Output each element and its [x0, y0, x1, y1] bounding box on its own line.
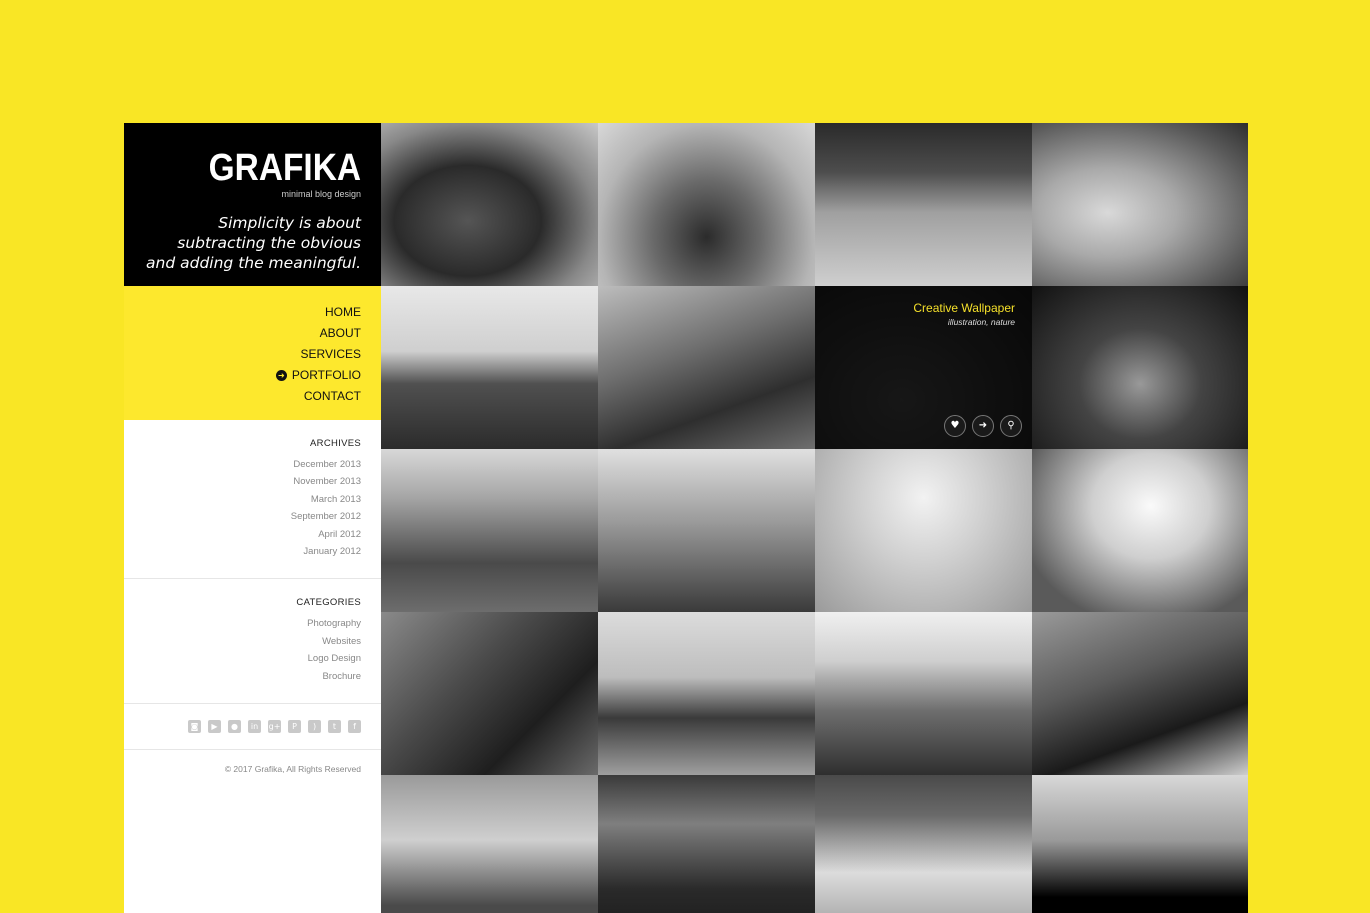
category-link[interactable]: Websites	[144, 633, 361, 650]
portfolio-item[interactable]	[815, 612, 1032, 775]
pinterest-icon[interactable]: P	[288, 720, 301, 734]
social-icons: ◙ ▶ ● in g+ P ) t f	[124, 704, 381, 751]
portfolio-item[interactable]	[1032, 123, 1248, 286]
instagram-icon[interactable]: ◙	[188, 720, 201, 734]
archive-link[interactable]: November 2013	[144, 473, 361, 490]
portfolio-item[interactable]	[598, 123, 815, 286]
copyright: © 2017 Grafika, All Rights Reserved	[224, 764, 361, 775]
portfolio-item[interactable]	[381, 123, 598, 286]
archive-link[interactable]: September 2012	[144, 508, 361, 525]
site-tagline: minimal blog design	[281, 189, 361, 199]
nav-label: PORTFOLIO	[291, 368, 361, 382]
portfolio-grid: Creative Wallpaper illustration, nature …	[381, 123, 1248, 913]
nav-label: SERVICES	[300, 347, 361, 361]
nav-item-portfolio[interactable]: ➜ PORTFOLIO	[144, 365, 361, 386]
rss-icon[interactable]: )	[308, 720, 321, 734]
portfolio-item[interactable]	[1032, 286, 1248, 449]
nav-label: CONTACT	[303, 389, 361, 403]
nav-item-about[interactable]: ABOUT	[144, 323, 361, 344]
sidebar: GRAFIKA minimal blog design Simplicity i…	[124, 123, 381, 913]
portfolio-item[interactable]	[598, 775, 815, 913]
facebook-icon[interactable]: f	[348, 720, 361, 734]
youtube-icon[interactable]: ▶	[208, 720, 221, 734]
portfolio-item[interactable]	[381, 449, 598, 612]
archives-widget: ARCHIVES December 2013 November 2013 Mar…	[124, 420, 381, 580]
portfolio-item[interactable]	[598, 612, 815, 775]
portfolio-item-title[interactable]: Creative Wallpaper	[913, 301, 1015, 315]
category-link[interactable]: Brochure	[144, 668, 361, 685]
categories-title: CATEGORIES	[296, 597, 361, 609]
portfolio-item[interactable]	[598, 449, 815, 612]
category-link[interactable]: Photography	[144, 615, 361, 632]
portfolio-item[interactable]	[815, 123, 1032, 286]
flickr-icon[interactable]: ●	[228, 720, 241, 734]
portfolio-item[interactable]	[1032, 612, 1248, 775]
nav-label: ABOUT	[319, 326, 361, 340]
arrow-right-icon[interactable]: ➜	[972, 415, 994, 437]
portfolio-item[interactable]	[381, 775, 598, 913]
archive-link[interactable]: December 2013	[144, 456, 361, 473]
portfolio-item[interactable]	[598, 286, 815, 449]
portfolio-item[interactable]	[1032, 775, 1248, 913]
portfolio-item-hovered[interactable]: Creative Wallpaper illustration, nature …	[815, 286, 1032, 449]
brand-block: GRAFIKA minimal blog design Simplicity i…	[124, 123, 381, 286]
categories-widget: CATEGORIES Photography Websites Logo Des…	[124, 579, 381, 705]
portfolio-item[interactable]	[815, 775, 1032, 913]
heart-icon[interactable]: ♥	[944, 415, 966, 437]
arrow-right-circle-icon: ➜	[275, 370, 287, 381]
archives-title: ARCHIVES	[310, 438, 361, 449]
archive-link[interactable]: March 2013	[144, 491, 361, 508]
main-nav: HOME ABOUT SERVICES ➜ PORTFOLIO CONTACT	[124, 286, 381, 420]
search-icon[interactable]: ⚲	[1000, 415, 1022, 437]
linkedin-icon[interactable]: in	[248, 720, 261, 734]
nav-item-services[interactable]: SERVICES	[144, 344, 361, 365]
category-link[interactable]: Logo Design	[144, 650, 361, 667]
twitter-icon[interactable]: t	[328, 720, 341, 734]
portfolio-item[interactable]	[815, 449, 1032, 612]
portfolio-item[interactable]	[1032, 449, 1248, 612]
nav-item-contact[interactable]: CONTACT	[144, 386, 361, 407]
nav-label: HOME	[325, 305, 361, 319]
hover-overlay: Creative Wallpaper illustration, nature …	[815, 286, 1032, 449]
google-plus-icon[interactable]: g+	[268, 720, 281, 734]
portfolio-item[interactable]	[381, 612, 598, 775]
archive-link[interactable]: April 2012	[144, 526, 361, 543]
portfolio-item[interactable]	[381, 286, 598, 449]
portfolio-item-categories: illustration, nature	[947, 317, 1015, 327]
portfolio-item-actions: ♥ ➜ ⚲	[944, 415, 1022, 437]
site-quote: Simplicity is about subtracting the obvi…	[146, 214, 361, 272]
page-frame: GRAFIKA minimal blog design Simplicity i…	[124, 123, 1248, 913]
archive-link[interactable]: January 2012	[144, 543, 361, 560]
site-logo[interactable]: GRAFIKA	[170, 149, 361, 187]
nav-item-home[interactable]: HOME	[144, 302, 361, 323]
